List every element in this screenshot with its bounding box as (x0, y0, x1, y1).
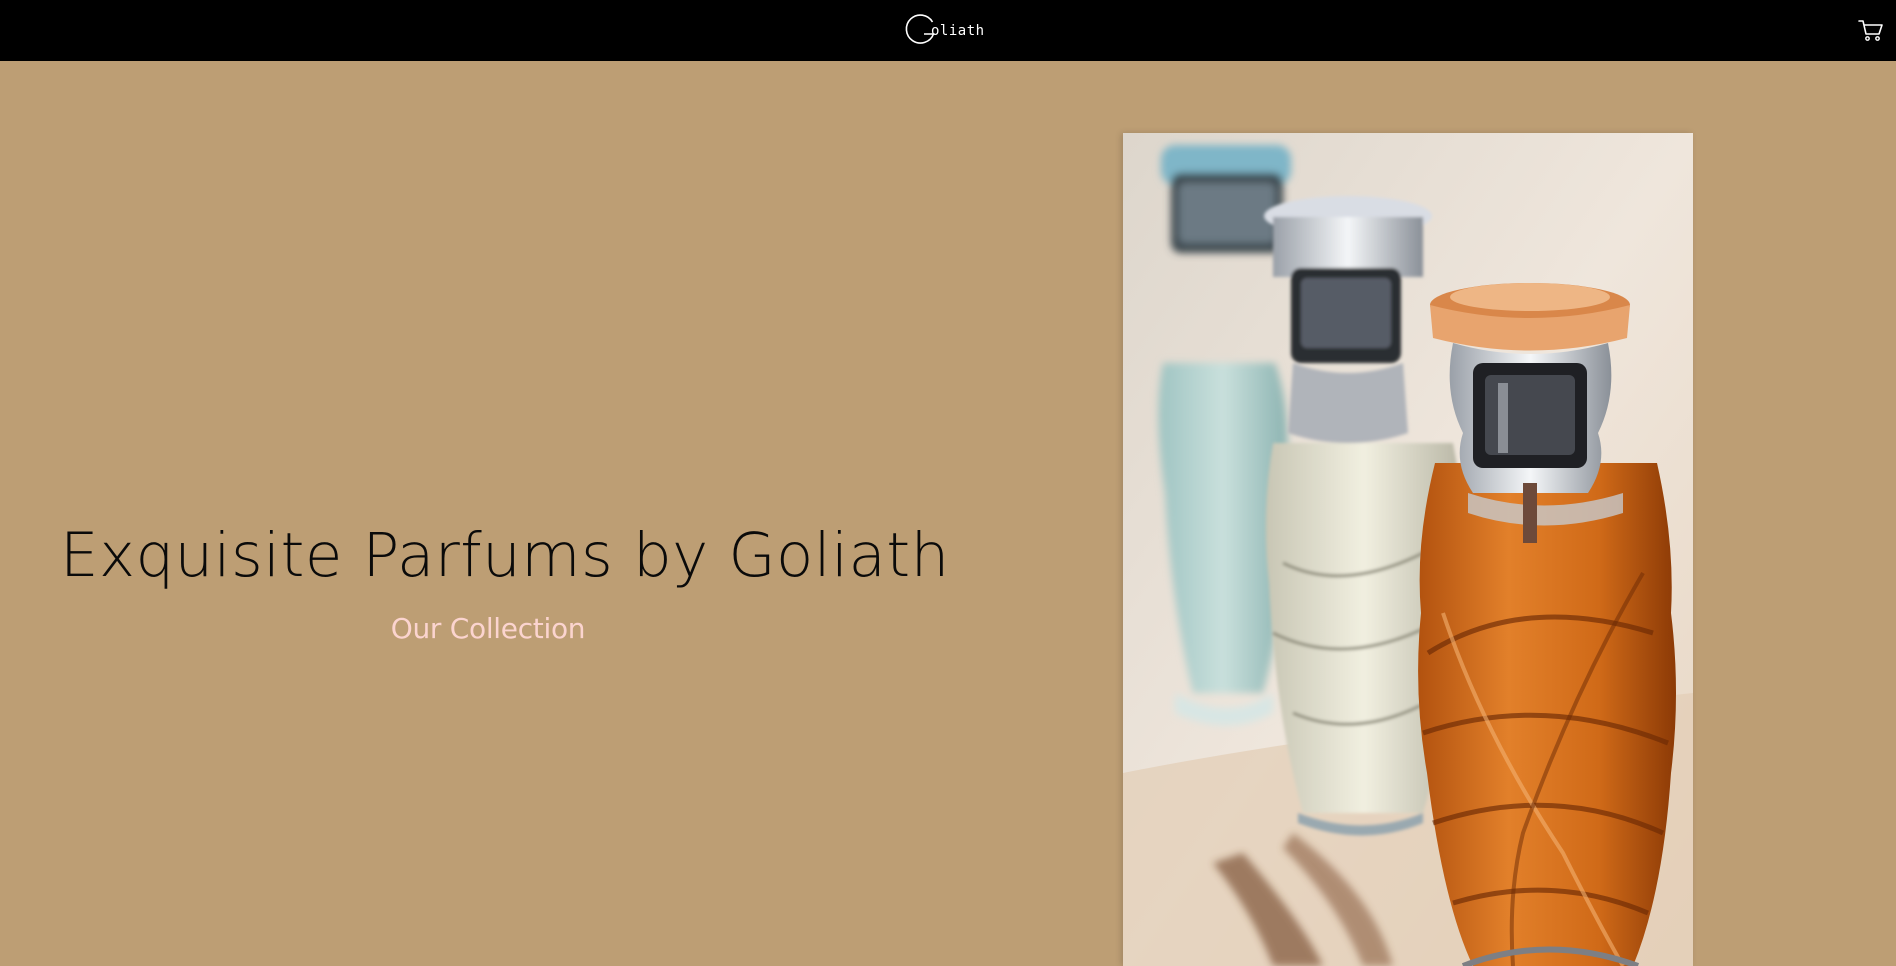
cart-icon[interactable] (1858, 17, 1884, 43)
logo[interactable]: oliath (905, 13, 985, 47)
hero-title: Exquisite Parfums by Goliath (60, 520, 950, 591)
perfume-bottles-image (1123, 133, 1693, 966)
logo-text: oliath (931, 23, 985, 39)
top-bar: oliath (0, 0, 1896, 61)
our-collection-link[interactable]: Our Collection (360, 612, 616, 645)
